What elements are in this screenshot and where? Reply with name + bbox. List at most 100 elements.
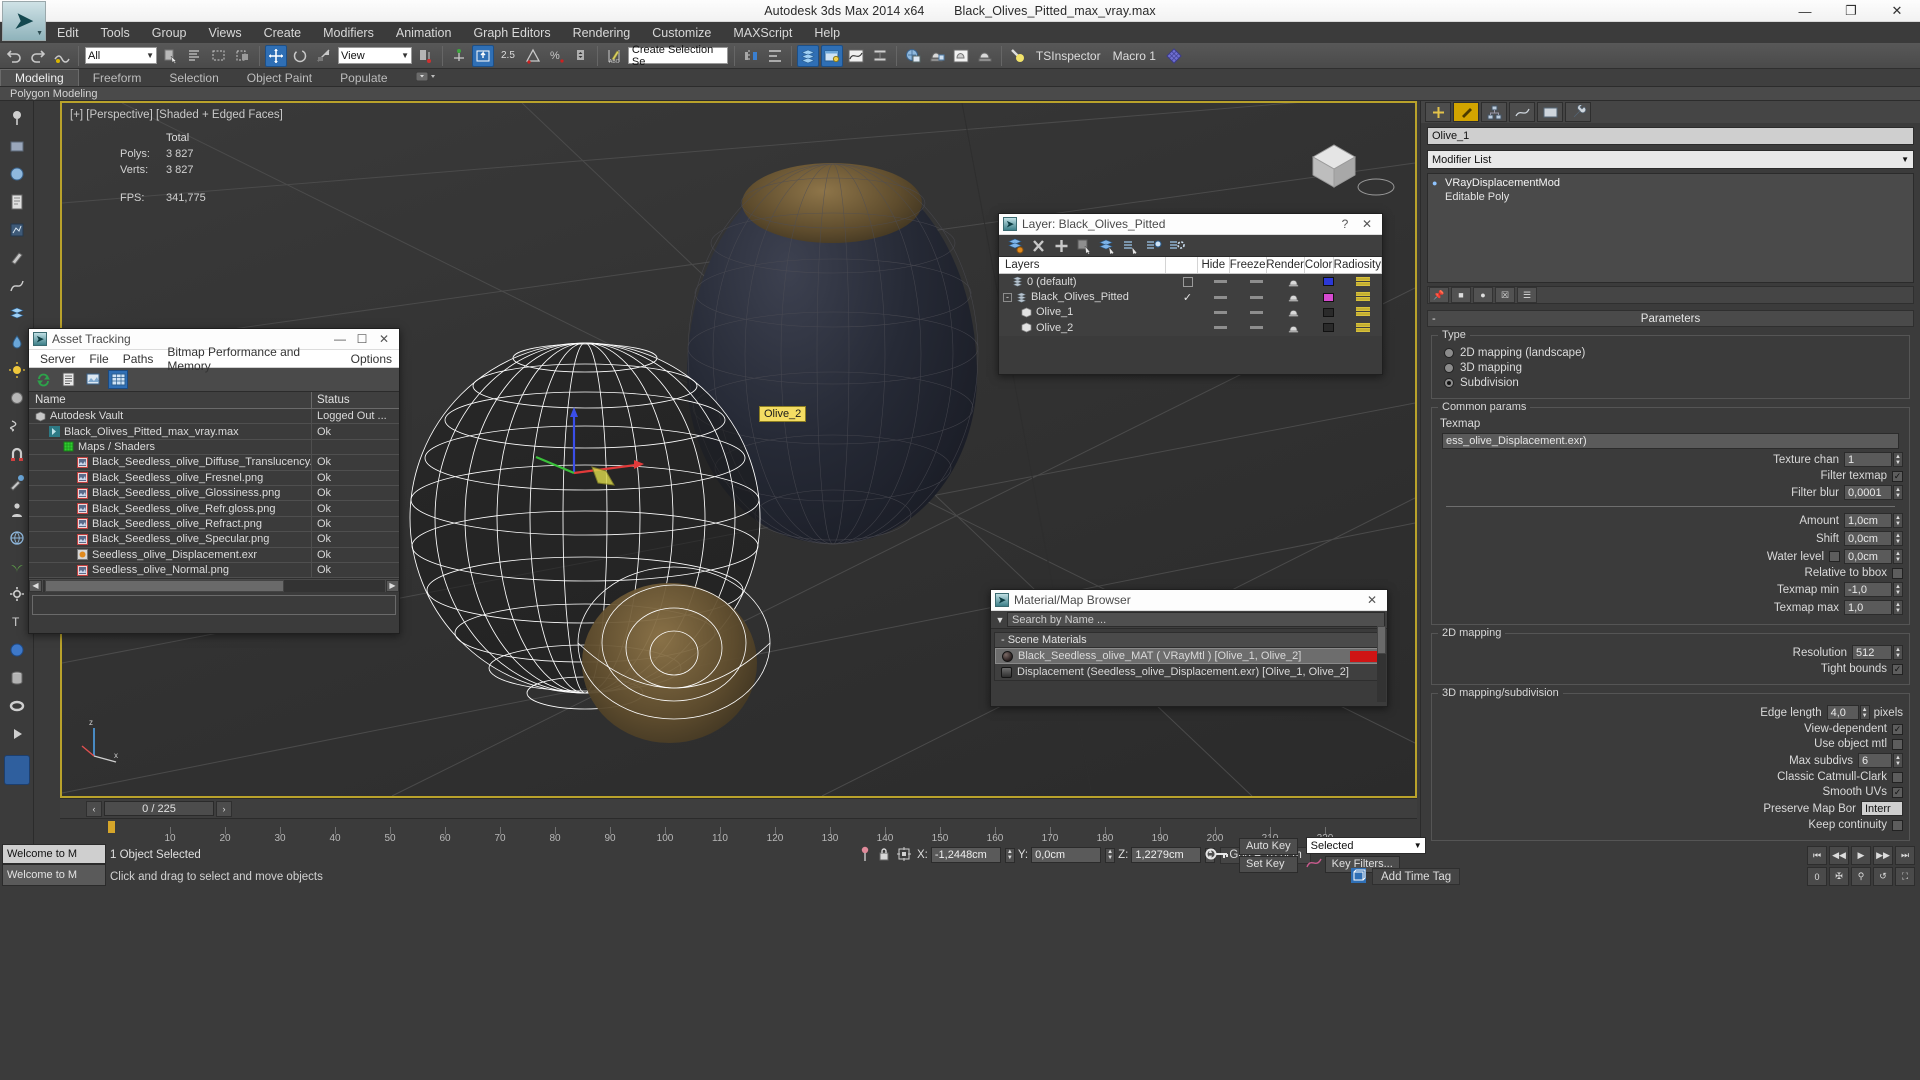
selection-region-icon[interactable] (208, 45, 230, 67)
tab-utilities[interactable] (1565, 102, 1591, 122)
cube-icon[interactable] (4, 133, 30, 159)
layer-render-cell[interactable] (1275, 274, 1313, 289)
select-and-scale-icon[interactable] (313, 45, 335, 67)
radio-3d-mapping[interactable]: 3D mapping (1444, 362, 1903, 374)
menu-graph-editors[interactable]: Graph Editors (462, 24, 561, 42)
amount-input[interactable]: 1,0cm (1844, 513, 1892, 528)
keep-continuity-checkbox[interactable] (1892, 819, 1903, 831)
circle-icon[interactable] (4, 385, 30, 411)
key-filter-select[interactable]: Selected ▼ (1305, 837, 1426, 854)
delete-layer-icon[interactable] (1027, 236, 1050, 255)
layer-properties-icon[interactable] (1165, 236, 1188, 255)
object-name-field[interactable]: Olive_1 (1427, 127, 1914, 145)
next-frame-button[interactable]: › (216, 800, 232, 817)
material-row[interactable]: Displacement (Seedless_olive_Displacemen… (995, 664, 1383, 680)
close-button[interactable]: ✕ (1874, 0, 1920, 22)
sphere-icon[interactable] (4, 161, 30, 187)
layer-radiosity-cell[interactable] (1343, 305, 1382, 320)
frame-display[interactable]: 0 / 225 (104, 801, 214, 816)
layer-current-cell[interactable] (1171, 305, 1204, 320)
coord-x-spinner[interactable]: ▲ ▼ (1004, 847, 1015, 863)
go-to-end-icon[interactable]: ⏭ (1895, 845, 1915, 865)
next-key-icon[interactable]: ▶▶ (1873, 845, 1893, 865)
magnet-icon[interactable] (4, 441, 30, 467)
texmap-max-spinner[interactable]: ▲ ▼ (1893, 600, 1903, 615)
preserve-map-select[interactable]: Interr (1861, 801, 1903, 816)
rendered-frame-window-icon[interactable] (950, 45, 972, 67)
menu-tools[interactable]: Tools (90, 24, 141, 42)
asset-tracking-hscrollbar[interactable]: ◀ ▶ (29, 578, 399, 593)
smooth-uvs-checkbox[interactable]: ✓ (1892, 786, 1903, 798)
menu-group[interactable]: Group (141, 24, 198, 42)
shift-input[interactable]: 0,0cm (1844, 531, 1892, 546)
modifier-stack[interactable]: ● VRayDisplacementMod Editable Poly (1427, 173, 1914, 283)
radio-2d-mapping[interactable]: 2D mapping (landscape) (1444, 347, 1903, 359)
layer-current-cell[interactable]: ✓ (1171, 289, 1204, 304)
prev-key-icon[interactable]: ◀◀ (1829, 845, 1849, 865)
curve-icon[interactable] (4, 273, 30, 299)
absolute-relative-toggle-icon[interactable] (896, 846, 912, 865)
material-editor-icon[interactable] (902, 45, 924, 67)
select-and-manipulate-icon[interactable] (448, 45, 470, 67)
texture-chan-spinner[interactable]: ▲ ▼ (1893, 452, 1903, 467)
curve-editor-icon[interactable] (845, 45, 867, 67)
texmap-min-spinner[interactable]: ▲ ▼ (1893, 582, 1903, 597)
asset-row[interactable]: Black_Seedless_olive_Refr.gloss.png Ok (29, 501, 399, 517)
grass-icon[interactable] (4, 553, 30, 579)
layer-current-cell[interactable] (1171, 320, 1204, 335)
layer-freeze-cell[interactable] (1237, 305, 1275, 320)
select-link-icon[interactable] (51, 45, 73, 67)
key-value-field[interactable]: 0 (1807, 867, 1827, 886)
select-highlighted-objects-icon[interactable] (1119, 236, 1142, 255)
menu-animation[interactable]: Animation (385, 24, 463, 42)
orbit-view-icon[interactable]: ↺ (1873, 867, 1893, 886)
asset-col-status[interactable]: Status (312, 392, 399, 408)
menu-help[interactable]: Help (803, 24, 851, 42)
at-maximize-button[interactable]: ☐ (351, 330, 373, 349)
ribbon-overflow-icon[interactable] (402, 70, 450, 86)
layer-radiosity-cell[interactable] (1343, 289, 1382, 304)
bitmap-performance-icon[interactable] (83, 370, 103, 389)
align-icon[interactable] (764, 45, 786, 67)
asset-row[interactable]: Seedless_olive_Normal.png Ok (29, 562, 399, 579)
at-menu-server[interactable]: Server (33, 352, 82, 366)
set-current-layer-icon[interactable] (1096, 236, 1119, 255)
layer-help-button[interactable]: ? (1334, 215, 1356, 234)
view-cube[interactable] (1303, 137, 1365, 195)
menu-views[interactable]: Views (197, 24, 252, 42)
coord-x-input[interactable]: -1,2448cm (930, 847, 1001, 863)
person-icon[interactable] (4, 497, 30, 523)
select-by-name-icon[interactable] (184, 45, 206, 67)
select-and-move-icon[interactable] (265, 44, 287, 67)
layer-freeze-cell[interactable] (1237, 320, 1275, 335)
layer-col-render[interactable]: Render (1266, 257, 1305, 273)
pin-icon[interactable] (4, 105, 30, 131)
mirror-icon[interactable] (740, 45, 762, 67)
layer-render-cell[interactable] (1275, 305, 1313, 320)
at-menu-bitmap-performance-and-memory[interactable]: Bitmap Performance and Memory (160, 345, 343, 373)
create-new-layer-icon[interactable] (1004, 236, 1027, 255)
material-row[interactable]: Black_Seedless_olive_MAT ( VRayMtl ) [Ol… (995, 648, 1383, 664)
zoom-view-icon[interactable]: ⚲ (1851, 867, 1871, 886)
layer-row[interactable]: Olive_1 (999, 305, 1382, 320)
water-level-input[interactable]: 0,0cm (1844, 549, 1892, 564)
window-crossing-icon[interactable] (232, 45, 254, 67)
isolate-selection-icon[interactable] (3, 755, 30, 785)
layer-manager-icon[interactable] (796, 44, 819, 67)
layer-col-freeze[interactable]: Freeze (1230, 257, 1267, 273)
asset-row[interactable]: Black_Seedless_olive_Diffuse_Translucenc… (29, 455, 399, 471)
tsinspector-light-icon[interactable] (1007, 45, 1029, 67)
gear-icon[interactable] (4, 581, 30, 607)
menu-customize[interactable]: Customize (641, 24, 722, 42)
edge-length-spinner[interactable]: ▲ ▼ (1859, 705, 1870, 720)
layers-icon[interactable] (4, 301, 30, 327)
ribbon-tab-selection[interactable]: Selection (155, 70, 232, 86)
layer-window[interactable]: ➤ Layer: Black_Olives_Pitted ? ✕ Layers … (998, 213, 1383, 375)
reference-coordinate-dropdown[interactable]: View ▼ (338, 47, 412, 64)
mmbrowser-vscrollbar[interactable] (1377, 626, 1386, 702)
helix-icon[interactable] (4, 413, 30, 439)
layer-color-cell[interactable] (1313, 274, 1343, 289)
layer-col-current[interactable] (1166, 257, 1198, 273)
radio-subdivision[interactable]: Subdivision (1444, 377, 1903, 389)
search-input[interactable]: Search by Name ... (1007, 612, 1385, 627)
